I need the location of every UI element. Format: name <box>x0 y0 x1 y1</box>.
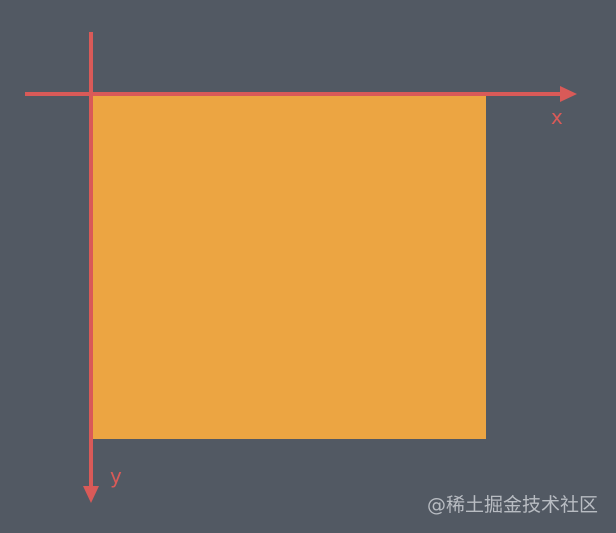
x-axis-label: x <box>551 105 563 129</box>
watermark-text: @稀土掘金技术社区 <box>426 494 598 516</box>
coordinate-diagram: x y <box>0 0 616 533</box>
y-axis-label: y <box>110 464 122 488</box>
orange-rectangle <box>91 95 486 439</box>
